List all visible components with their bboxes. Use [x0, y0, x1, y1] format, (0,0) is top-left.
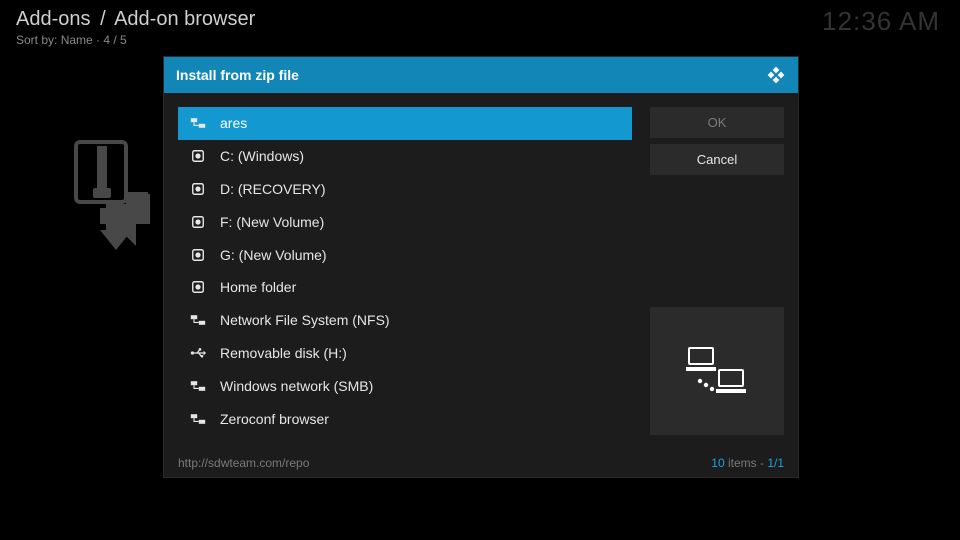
file-row-label: Removable disk (H:) — [220, 345, 347, 361]
file-row[interactable]: Removable disk (H:) — [178, 337, 632, 370]
file-row[interactable]: Network File System (NFS) — [178, 304, 632, 337]
dialog-title: Install from zip file — [176, 67, 299, 83]
sort-sep: · — [93, 33, 104, 47]
clock: 12:36 AM — [822, 6, 940, 37]
hard-drive-icon — [190, 181, 206, 197]
install-from-zip-dialog: Install from zip file ares C: (Windows) D:… — [163, 56, 799, 478]
footer-path: http://sdwteam.com/repo — [178, 456, 309, 470]
file-row-label: C: (Windows) — [220, 148, 304, 164]
file-row[interactable]: F: (New Volume) — [178, 205, 632, 238]
footer-count: 10 items - 1/1 — [711, 456, 784, 470]
network-computers-icon — [682, 341, 752, 401]
network-share-icon — [190, 378, 206, 394]
hard-drive-icon — [190, 247, 206, 263]
file-row-label: Zeroconf browser — [220, 411, 329, 427]
file-row[interactable]: D: (RECOVERY) — [178, 173, 632, 206]
sort-value: Name — [61, 33, 93, 47]
file-row-label: D: (RECOVERY) — [220, 181, 326, 197]
file-list[interactable]: ares C: (Windows) D: (RECOVERY) F: (New Vol… — [178, 107, 632, 435]
location-thumbnail — [650, 307, 784, 435]
zip-download-icon — [70, 138, 156, 250]
sort-prefix: Sort by: — [16, 33, 61, 47]
dialog-title-bar: Install from zip file — [164, 57, 798, 93]
file-row[interactable]: Home folder — [178, 271, 632, 304]
file-row[interactable]: Windows network (SMB) — [178, 369, 632, 402]
hard-drive-icon — [190, 214, 206, 230]
breadcrumb-sep: / — [100, 8, 106, 30]
file-row[interactable]: ares — [178, 107, 632, 140]
breadcrumb-part1: Add-ons — [16, 8, 91, 30]
file-row-label: Home folder — [220, 279, 296, 295]
kodi-logo-icon — [766, 65, 786, 85]
file-row-label: Windows network (SMB) — [220, 378, 373, 394]
sort-page: 4 / 5 — [103, 33, 126, 47]
file-row[interactable]: Zeroconf browser — [178, 402, 632, 435]
file-row-label: ares — [220, 115, 247, 131]
hard-drive-icon — [190, 148, 206, 164]
cancel-button[interactable]: Cancel — [650, 144, 784, 175]
network-share-icon — [190, 115, 206, 131]
ok-button[interactable]: OK — [650, 107, 784, 138]
breadcrumb-part2: Add-on browser — [114, 8, 255, 30]
file-row-label: Network File System (NFS) — [220, 312, 390, 328]
hard-drive-icon — [190, 279, 206, 295]
usb-icon — [190, 345, 206, 361]
network-share-icon — [190, 312, 206, 328]
file-row-label: G: (New Volume) — [220, 247, 327, 263]
file-row-label: F: (New Volume) — [220, 214, 324, 230]
file-row[interactable]: C: (Windows) — [178, 140, 632, 173]
network-share-icon — [190, 411, 206, 427]
breadcrumb: Add-ons / Add-on browser — [16, 8, 255, 31]
file-row[interactable]: G: (New Volume) — [178, 238, 632, 271]
sort-line: Sort by: Name · 4 / 5 — [16, 33, 255, 47]
